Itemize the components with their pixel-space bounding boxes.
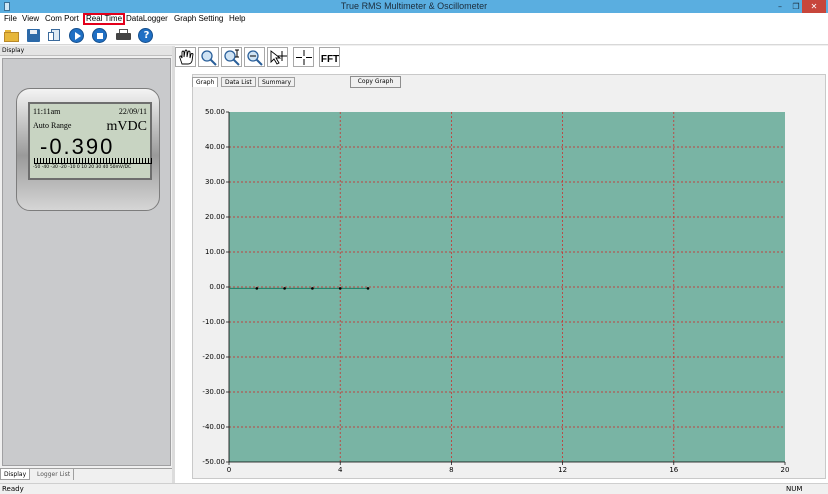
data-point <box>338 287 342 290</box>
y-tick-label: 10.00 <box>205 248 225 256</box>
tab-display[interactable]: Display <box>0 469 31 480</box>
hand-pan-icon[interactable] <box>175 47 196 67</box>
menu-com-port[interactable]: Com Port <box>45 13 79 25</box>
menu-file[interactable]: File <box>4 13 17 25</box>
y-tick-label: -40.00 <box>202 423 225 431</box>
fft-icon[interactable]: FFT <box>319 47 340 67</box>
window-title: True RMS Multimeter & Oscillometer <box>340 1 488 11</box>
tab-graph[interactable]: Graph <box>192 77 219 87</box>
y-tick-label: -10.00 <box>202 318 225 326</box>
play-icon[interactable] <box>69 28 84 43</box>
x-tick-label: 20 <box>781 466 790 474</box>
menu-view[interactable]: View <box>22 13 39 25</box>
main-toolbar: ? <box>0 25 828 45</box>
meter-unit: mVDC <box>106 119 147 134</box>
display-panel-label: Display <box>0 46 172 56</box>
y-tick-label: 40.00 <box>205 143 225 151</box>
num-lock-indicator: NUM <box>786 485 803 493</box>
open-folder-icon[interactable] <box>4 28 19 43</box>
meter-time: 11:11am <box>33 107 61 116</box>
data-point <box>366 287 370 290</box>
tab-logger-list[interactable]: Logger List <box>34 469 75 480</box>
stop-icon[interactable] <box>92 28 107 43</box>
cursor-crosshair-icon[interactable] <box>267 47 288 67</box>
zoom-out-icon[interactable] <box>244 47 265 67</box>
marker-crosshair-icon[interactable] <box>293 47 314 67</box>
tab-summary[interactable]: Summary <box>258 77 295 87</box>
y-tick-label: -50.00 <box>202 458 225 466</box>
meter-date: 22/09/11 <box>118 107 147 116</box>
y-tick-label: -20.00 <box>202 353 225 361</box>
menu-graph-setting[interactable]: Graph Setting <box>174 13 223 25</box>
data-point <box>255 287 259 290</box>
copy-graph-button[interactable]: Copy Graph <box>350 76 401 88</box>
y-tick-label: -30.00 <box>202 388 225 396</box>
x-tick-label: 0 <box>227 466 231 474</box>
zoom-vertical-icon[interactable] <box>221 47 242 67</box>
meter-lcd: 11:11am 22/09/11 Auto Range mVDC -0.390 … <box>28 102 152 180</box>
meter-range: Auto Range <box>33 121 72 130</box>
oscilloscope-chart[interactable]: 50.00 40.00 30.00 20.00 10.00 0.00 -10.00 -20.0… <box>193 97 820 478</box>
left-bottom-tabs: Display Logger List <box>0 468 172 480</box>
status-bar: Ready NUM <box>0 483 828 494</box>
x-tick-label: 12 <box>558 466 567 474</box>
tab-data-list[interactable]: Data List <box>221 77 256 87</box>
x-tick-label: 8 <box>449 466 453 474</box>
menu-help[interactable]: Help <box>229 13 245 25</box>
print-icon[interactable] <box>116 28 131 43</box>
help-icon[interactable]: ? <box>138 28 153 43</box>
fft-label: FFT <box>321 54 339 65</box>
meter-reading: -0.390 <box>40 134 115 159</box>
data-point <box>283 287 286 290</box>
menu-datalogger[interactable]: DataLogger <box>126 13 168 25</box>
title-bar: True RMS Multimeter & Oscillometer – ❐ ✕ <box>0 0 828 13</box>
zoom-in-icon[interactable] <box>198 47 219 67</box>
y-tick-label: 20.00 <box>205 213 225 221</box>
y-tick-label: 30.00 <box>205 178 225 186</box>
copy-icon[interactable] <box>48 28 63 43</box>
save-disk-icon[interactable] <box>26 28 41 43</box>
y-tick-label: 0.00 <box>209 283 225 291</box>
y-tick-label: 50.00 <box>205 108 225 116</box>
meter-scale-labels: -50 -40 -30 -20 -10 0 10 20 30 40 50mV/D… <box>33 165 132 170</box>
x-tick-label: 16 <box>669 466 678 474</box>
close-button[interactable]: ✕ <box>802 0 826 13</box>
meter-bargraph <box>34 158 152 164</box>
data-point <box>311 287 314 290</box>
status-text: Ready <box>2 485 24 493</box>
menu-bar: File View Com Port Real Time DataLogger … <box>0 13 828 25</box>
menu-real-time[interactable]: Real Time <box>83 13 126 25</box>
x-tick-label: 4 <box>338 466 343 474</box>
